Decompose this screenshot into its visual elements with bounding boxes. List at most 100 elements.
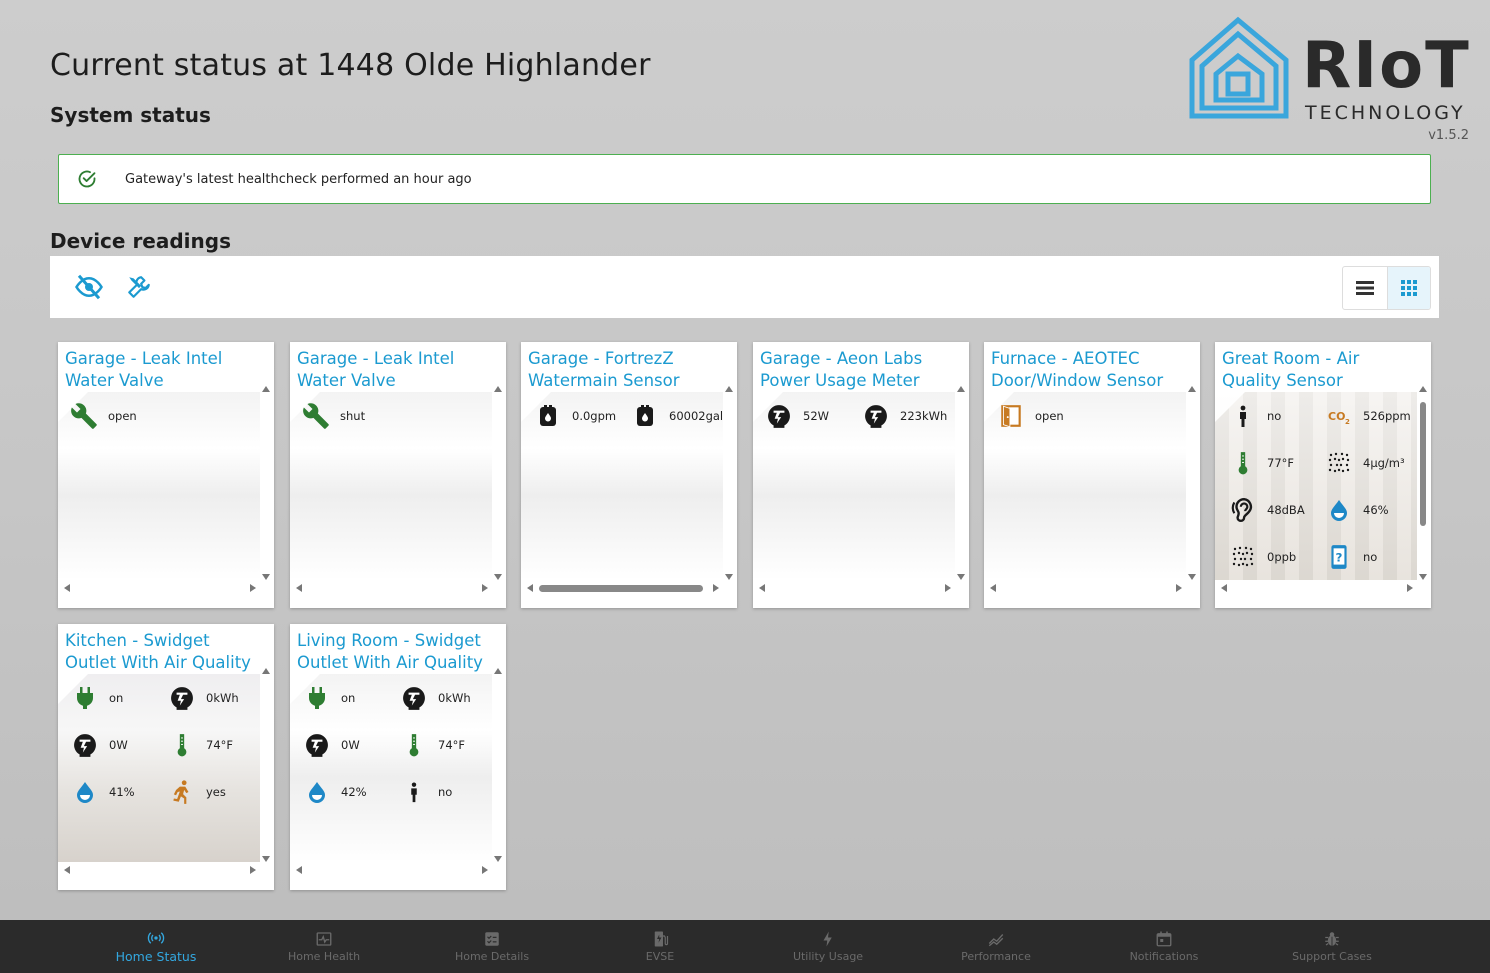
reading: 74°F	[400, 730, 465, 760]
list-view-button[interactable]	[1343, 267, 1387, 309]
water-meter-icon	[633, 404, 657, 428]
reading: 77°F	[1229, 448, 1294, 478]
reading: 60002gal	[631, 401, 723, 431]
reading: 52W	[765, 401, 829, 431]
door-open-icon	[998, 403, 1024, 429]
plug-icon	[305, 686, 329, 710]
device-card[interactable]: Great Room - Air Quality Sensor no 526ppm…	[1215, 342, 1431, 608]
bottom-nav: Home Status Home Health Home Details EVS…	[0, 920, 1490, 973]
vertical-scrollbar[interactable]	[1417, 386, 1429, 580]
nav-performance[interactable]: Performance	[912, 920, 1080, 973]
horizontal-scrollbar[interactable]	[294, 582, 490, 594]
card-title: Garage - FortrezZ Watermain Sensor	[528, 349, 680, 390]
horizontal-scrollbar[interactable]	[525, 582, 721, 594]
card-readings: 0.0gpm 60002gal	[521, 392, 723, 580]
vertical-scrollbar[interactable]	[260, 386, 272, 580]
card-readings: 52W 223kWh	[753, 392, 955, 580]
thermometer-icon	[1230, 450, 1256, 476]
nav-home-health[interactable]: Home Health	[240, 920, 408, 973]
horizontal-scrollbar[interactable]	[988, 582, 1184, 594]
card-readings: shut	[290, 392, 492, 580]
person-icon	[403, 781, 425, 803]
broadcast-icon	[147, 932, 165, 944]
reading: 46%	[1325, 495, 1389, 525]
vertical-scrollbar[interactable]	[492, 668, 504, 862]
list-icon	[1355, 281, 1374, 295]
reading: 4µg/m³	[1325, 448, 1405, 478]
power-meter-icon	[304, 732, 330, 758]
reading: open	[70, 401, 137, 431]
horizontal-scrollbar[interactable]	[62, 582, 258, 594]
device-card[interactable]: Garage - FortrezZ Watermain Sensor 0.0gpm…	[521, 342, 737, 608]
nav-home-status[interactable]: Home Status	[72, 920, 240, 973]
thermometer-icon	[169, 732, 195, 758]
card-title: Great Room - Air Quality Sensor	[1222, 349, 1360, 390]
grid-view-button[interactable]	[1386, 267, 1430, 309]
health-message: Gateway's latest healthcheck performed a…	[125, 171, 472, 187]
running-person-icon	[169, 779, 195, 805]
vertical-scrollbar[interactable]	[1186, 386, 1198, 580]
bug-icon	[1325, 932, 1339, 946]
humidity-icon	[305, 780, 329, 804]
horizontal-scrollbar[interactable]	[62, 864, 258, 876]
humidity-icon	[73, 780, 97, 804]
reading: 0ppb	[1229, 542, 1296, 572]
ev-charger-icon	[654, 931, 669, 947]
calendar-icon	[1156, 931, 1172, 947]
nav-home-details[interactable]: Home Details	[408, 920, 576, 973]
view-toggle	[1342, 266, 1431, 310]
vertical-scrollbar[interactable]	[723, 386, 735, 580]
card-readings: open	[984, 392, 1186, 580]
card-title: Living Room - Swidget Outlet With Air Qua…	[297, 631, 483, 672]
horizontal-scrollbar[interactable]	[1219, 582, 1415, 594]
lightning-icon	[823, 931, 832, 947]
thermometer-icon	[401, 732, 427, 758]
vertical-scrollbar[interactable]	[955, 386, 967, 580]
card-readings: no 526ppm 77°F 4µg/m³ 48dBA 46% 0ppb no	[1215, 392, 1417, 580]
system-status-heading: System status	[50, 103, 211, 127]
vertical-scrollbar[interactable]	[260, 668, 272, 862]
device-card[interactable]: Furnace - AEOTEC Door/Window Sensor open	[984, 342, 1200, 608]
power-meter-icon	[766, 403, 792, 429]
particles-icon	[1327, 451, 1351, 475]
vertical-scrollbar[interactable]	[492, 386, 504, 580]
logo-brand-text: RIoT	[1302, 29, 1471, 103]
nav-evse[interactable]: EVSE	[576, 920, 744, 973]
card-readings: open	[58, 392, 260, 580]
plug-icon	[73, 686, 97, 710]
page-title: Current status at 1448 Olde Highlander	[50, 48, 651, 83]
device-card[interactable]: Kitchen - Swidget Outlet With Air Quality…	[58, 624, 274, 890]
nav-utility-usage[interactable]: Utility Usage	[744, 920, 912, 973]
power-meter-icon	[169, 685, 195, 711]
power-meter-icon	[72, 732, 98, 758]
health-status-banner: Gateway's latest healthcheck performed a…	[58, 154, 1431, 204]
reading: 223kWh	[862, 401, 947, 431]
reading: on	[71, 683, 123, 713]
water-meter-icon	[536, 404, 560, 428]
reading: shut	[302, 401, 365, 431]
device-card[interactable]: Garage - Leak Intel Water Valve open	[58, 342, 274, 608]
card-readings: on 0kWh 0W 74°F 41% yes	[58, 674, 260, 862]
card-title: Garage - Aeon Labs Power Usage Meter	[760, 349, 923, 390]
reading: yes	[168, 777, 226, 807]
nav-notifications[interactable]: Notifications	[1080, 920, 1248, 973]
humidity-icon	[1327, 498, 1351, 522]
co2-icon	[1325, 404, 1353, 428]
sound-icon	[1230, 497, 1256, 523]
device-card[interactable]: Garage - Leak Intel Water Valve shut	[290, 342, 506, 608]
reading: on	[303, 683, 355, 713]
reading: 0kWh	[400, 683, 471, 713]
nav-support-cases[interactable]: Support Cases	[1248, 920, 1416, 973]
horizontal-scrollbar[interactable]	[294, 864, 490, 876]
card-title: Furnace - AEOTEC Door/Window Sensor	[991, 349, 1164, 390]
device-card[interactable]: Garage - Aeon Labs Power Usage Meter 52W …	[753, 342, 969, 608]
unknown-device-icon	[1326, 543, 1352, 571]
house-logo-icon	[1189, 16, 1289, 119]
device-toolbar	[50, 256, 1439, 318]
eye-off-icon[interactable]	[74, 272, 104, 302]
device-card[interactable]: Living Room - Swidget Outlet With Air Qua…	[290, 624, 506, 890]
particles-icon	[1231, 545, 1255, 569]
wrench-icon	[302, 402, 330, 430]
tools-icon[interactable]	[126, 274, 152, 300]
horizontal-scrollbar[interactable]	[757, 582, 953, 594]
